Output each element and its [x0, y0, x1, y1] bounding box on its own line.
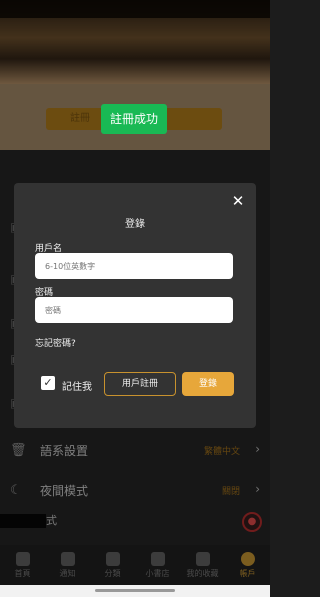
home-indicator [0, 585, 270, 597]
close-icon[interactable]: ✕ [230, 193, 246, 209]
remember-me-checkbox[interactable]: ✓ [41, 376, 55, 390]
modal-title: 登錄 [125, 219, 145, 230]
login-button[interactable]: 登錄 [182, 372, 234, 396]
forgot-password-link[interactable]: 忘記密碼? [35, 336, 76, 349]
success-toast: 註冊成功 [101, 104, 167, 134]
remember-me-label: 記住我 [62, 382, 92, 393]
login-modal: ✕ 登錄 用戶名 密碼 忘記密碼? ✓ 記住我 用戶註冊 登錄 [14, 183, 256, 428]
register-button[interactable]: 用戶註冊 [104, 372, 176, 396]
username-input[interactable] [35, 253, 233, 279]
password-input[interactable] [35, 297, 233, 323]
